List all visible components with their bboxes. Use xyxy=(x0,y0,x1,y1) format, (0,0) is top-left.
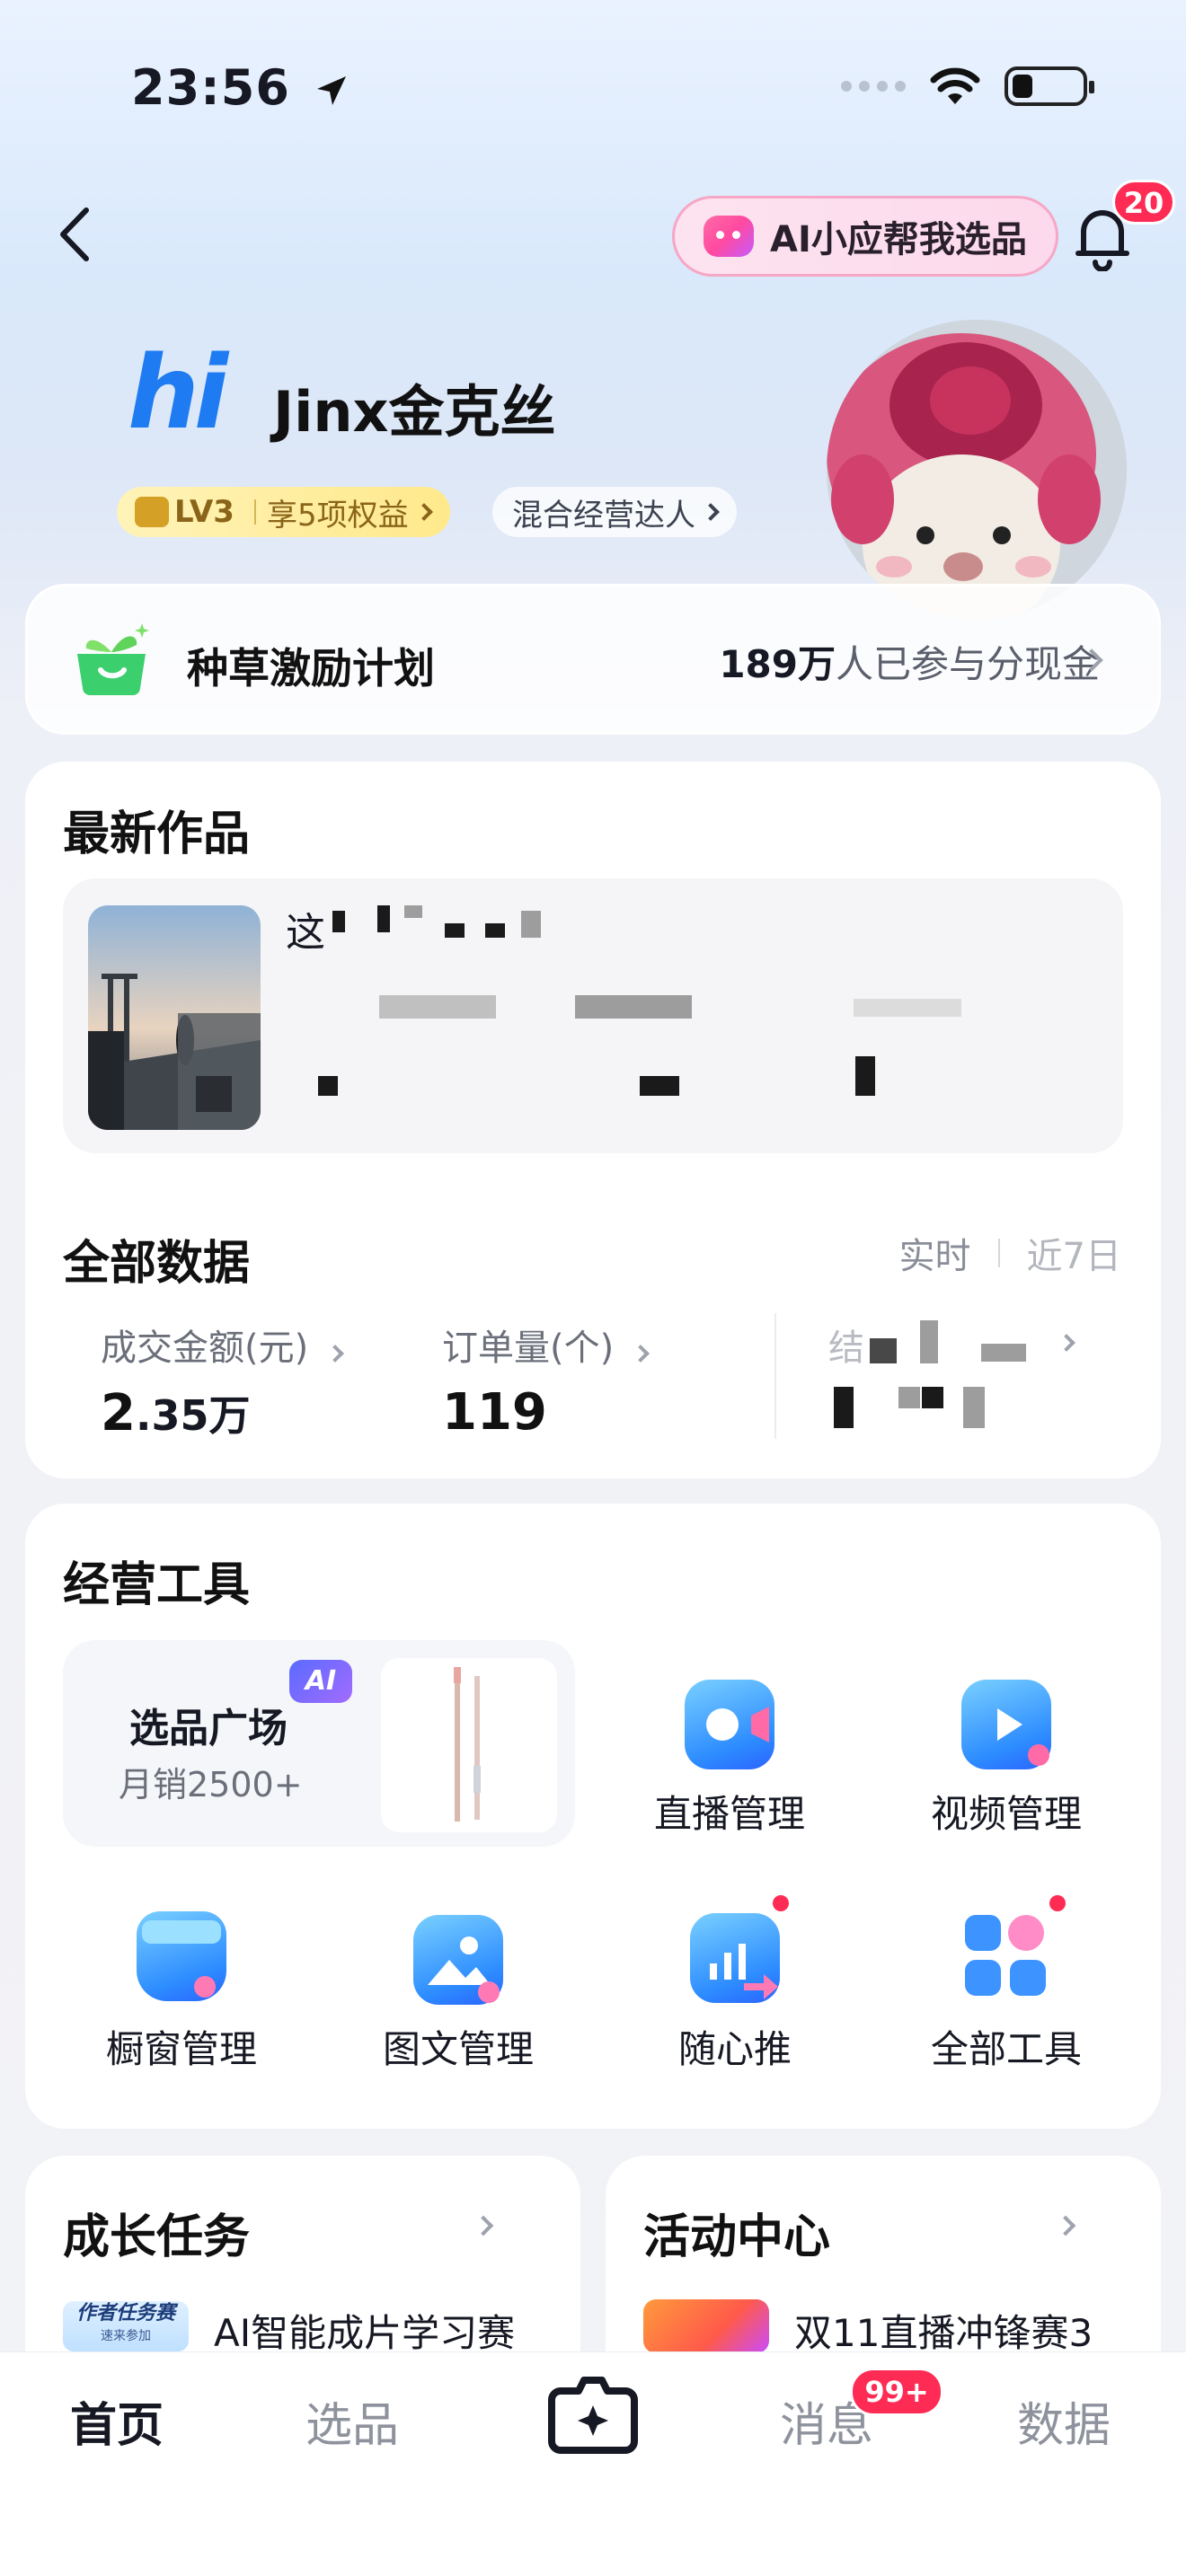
avatar[interactable] xyxy=(827,320,1127,620)
boost-icon xyxy=(690,1913,780,2003)
live-camera-icon xyxy=(685,1680,774,1769)
metric-gmv-label: 成交金额(元) xyxy=(101,1328,309,1369)
growth-task-item[interactable]: AI智能成片学习赛 xyxy=(214,2303,515,2358)
growth-tasks-title: 成长任务 xyxy=(63,2210,251,2264)
incentive-title: 种草激励计划 xyxy=(187,644,435,693)
messages-badge: 99+ xyxy=(850,2368,943,2416)
all-tools-reddot xyxy=(1049,1895,1066,1911)
latest-work-item[interactable]: 这 xyxy=(63,878,1123,1153)
hi-logo: hi xyxy=(128,335,228,452)
growth-task-thumb-text: 作者任务赛 xyxy=(75,2302,175,2325)
growth-task-thumb-sub: 速来参加 xyxy=(101,2329,151,2343)
metric-gmv-value: 2 xyxy=(101,1384,136,1442)
incentive-info: 189万人已参与分现金 xyxy=(719,634,1100,689)
chevron-right-icon xyxy=(702,503,720,521)
level-text: LV3 xyxy=(174,494,235,530)
ai-tag: AI xyxy=(289,1660,352,1703)
metric-third[interactable]: 结 xyxy=(828,1319,864,1371)
activity-thumb xyxy=(643,2299,769,2353)
boost-reddot xyxy=(773,1895,789,1911)
metric-orders-label: 订单量(个) xyxy=(442,1328,615,1369)
ai-assistant-icon xyxy=(704,216,754,257)
tool-all-label[interactable]: 全部工具 xyxy=(898,2019,1114,2074)
creator-tag-label: 混合经营达人 xyxy=(512,497,695,534)
tool-imagetext-label[interactable]: 图文管理 xyxy=(350,2019,566,2074)
product-thumbnail xyxy=(381,1658,557,1832)
data-range-tabs: 实时 近7日 xyxy=(899,1227,1121,1279)
level-crown-icon xyxy=(135,497,169,527)
image-text-icon xyxy=(413,1915,503,2005)
battery-icon xyxy=(1005,66,1094,106)
tab-realtime[interactable]: 实时 xyxy=(899,1227,971,1279)
tool-window-label[interactable]: 橱窗管理 xyxy=(74,2019,289,2074)
nav-select[interactable]: 选品 xyxy=(305,2387,399,2455)
work-thumbnail xyxy=(88,905,261,1130)
ai-select-button[interactable]: AI小应帮我选品 xyxy=(672,196,1058,277)
camera-create-icon[interactable] xyxy=(548,2371,638,2457)
metric-orders-value: 119 xyxy=(442,1383,547,1442)
all-data-title: 全部数据 xyxy=(63,1237,251,1291)
back-icon[interactable] xyxy=(56,205,95,264)
ai-select-label: AI小应帮我选品 xyxy=(770,219,1027,260)
incentive-count: 189万 xyxy=(719,642,836,686)
tool-video-label[interactable]: 视频管理 xyxy=(898,1784,1114,1839)
creator-type-tag[interactable]: 混合经营达人 xyxy=(492,487,737,537)
tool-boost-label[interactable]: 随心推 xyxy=(627,2019,843,2074)
video-play-icon xyxy=(961,1680,1051,1769)
sprout-icon xyxy=(77,623,149,695)
shop-window-icon xyxy=(137,1911,226,2001)
metric-orders[interactable]: 订单量(个) 119 xyxy=(442,1319,650,1442)
activity-item[interactable]: 双11直播冲锋赛3 xyxy=(794,2303,1093,2358)
metric-gmv[interactable]: 成交金额(元) 2.35万 xyxy=(101,1319,344,1442)
chevron-right-icon xyxy=(326,1345,344,1363)
tools-title: 经营工具 xyxy=(63,1558,251,1612)
product-square-sub: 月销2500+ xyxy=(119,1765,303,1804)
nav-data[interactable]: 数据 xyxy=(1017,2387,1111,2455)
level-badge[interactable]: LV3 享5项权益 xyxy=(117,487,450,537)
level-benefit: 享5项权益 xyxy=(266,497,409,534)
latest-works-title: 最新作品 xyxy=(63,807,251,861)
signal-icon xyxy=(841,81,906,92)
wifi-icon xyxy=(930,67,980,104)
product-square-label: 选品广场 xyxy=(129,1706,288,1751)
incentive-suffix: 人已参与分现金 xyxy=(835,642,1100,686)
tool-live-label[interactable]: 直播管理 xyxy=(622,1784,837,1839)
chevron-right-icon xyxy=(632,1345,650,1363)
nav-home[interactable]: 首页 xyxy=(70,2387,164,2455)
growth-task-thumb: 作者任务赛 速来参加 xyxy=(63,2301,189,2351)
status-time: 23:56 xyxy=(131,59,350,116)
activity-center-title: 活动中心 xyxy=(643,2210,831,2264)
status-icons xyxy=(841,66,1094,106)
metric-gmv-decimal: .35万 xyxy=(135,1391,251,1440)
work-caption-prefix: 这 xyxy=(286,910,325,956)
chevron-right-icon xyxy=(414,503,433,521)
work-caption: 这 xyxy=(286,900,325,957)
tab-7days[interactable]: 近7日 xyxy=(1027,1227,1121,1279)
metric-divider xyxy=(774,1313,776,1439)
metric-third-label: 结 xyxy=(828,1328,864,1369)
all-tools-icon xyxy=(961,1911,1051,2001)
notification-badge: 20 xyxy=(1112,180,1175,225)
username: Jinx金克丝 xyxy=(273,379,556,445)
location-arrow-icon xyxy=(316,76,346,106)
